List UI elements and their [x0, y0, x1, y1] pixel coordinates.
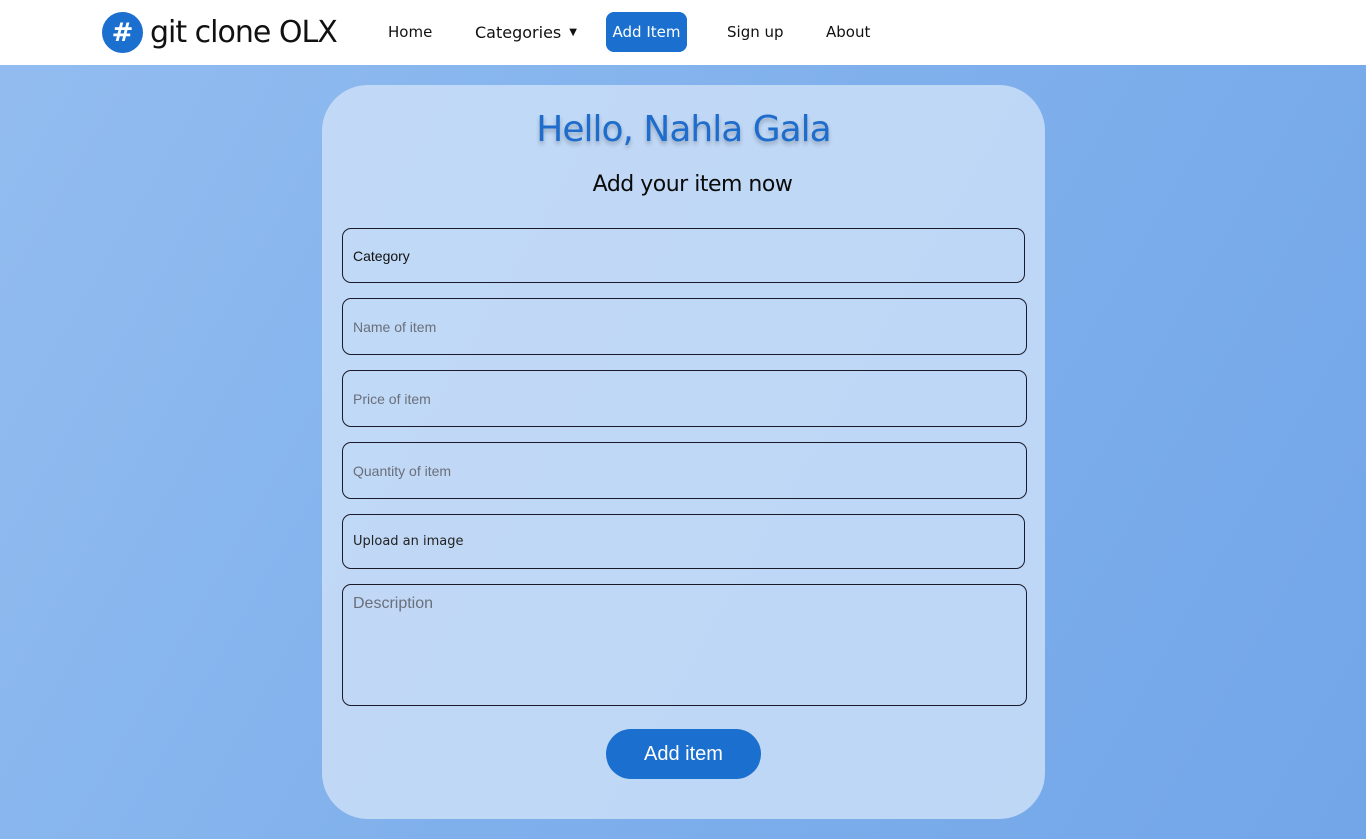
category-select[interactable]: Category: [342, 228, 1025, 283]
add-item-submit-button[interactable]: Add item: [606, 729, 761, 779]
caret-down-icon: ▼: [569, 26, 577, 38]
add-item-card: Hello, Nahla Gala Add your item now Cate…: [322, 85, 1045, 819]
nav-add-item-button[interactable]: Add Item: [606, 12, 687, 52]
form-subtitle: Add your item now: [592, 172, 793, 197]
greeting-heading: Hello, Nahla Gala: [536, 109, 831, 150]
item-price-input[interactable]: Price of item: [342, 370, 1027, 427]
nav-home-link[interactable]: Home: [388, 12, 432, 52]
nav-categories-dropdown[interactable]: Categories ▼: [475, 12, 577, 52]
top-navbar: # git clone OLX Home Categories ▼ Add It…: [0, 0, 1366, 65]
image-upload-input[interactable]: Upload an image: [342, 514, 1025, 569]
nav-sign-up-link[interactable]: Sign up: [727, 12, 784, 52]
brand-name: git clone OLX: [150, 15, 338, 50]
item-name-input[interactable]: Name of item: [342, 298, 1027, 355]
hashtag-icon: #: [102, 12, 143, 53]
brand-logo[interactable]: # git clone OLX: [102, 12, 338, 53]
nav-categories-label: Categories: [475, 22, 562, 42]
description-textarea[interactable]: Description: [342, 584, 1027, 706]
item-quantity-input[interactable]: Quantity of item: [342, 442, 1027, 499]
nav-about-link[interactable]: About: [826, 12, 870, 52]
